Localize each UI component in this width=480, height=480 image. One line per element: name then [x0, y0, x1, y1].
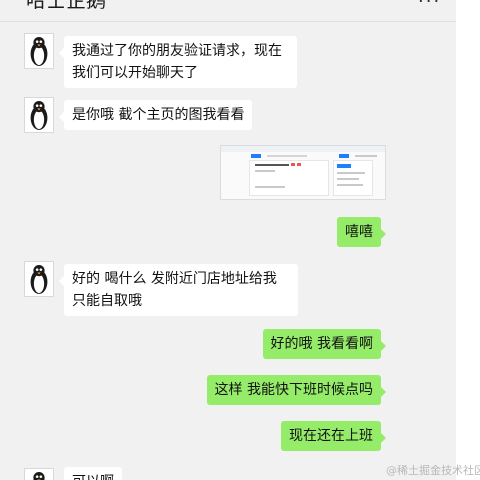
message-bubble[interactable]: 可以啊: [59, 467, 122, 480]
penguin-avatar-icon[interactable]: [24, 261, 54, 297]
message-bubble[interactable]: 嘻嘻: [337, 217, 386, 247]
chat-title: 哈士企鹅: [26, 0, 106, 12]
message-bubble[interactable]: 好的哦 我看看啊: [262, 329, 387, 359]
penguin-avatar-icon[interactable]: [24, 33, 54, 69]
message-bubble[interactable]: 现在还在上班: [281, 421, 386, 451]
message-bubble[interactable]: 好的 喝什么 发附近门店地址给我只能自取哦: [59, 264, 298, 316]
message-bubble[interactable]: 是你哦 截个主页的图我看看: [58, 100, 253, 130]
penguin-avatar-icon[interactable]: [24, 468, 54, 480]
watermark: @稀土掘金技术社区: [386, 464, 480, 477]
chat-header: 哈士企鹅 ···: [0, 0, 456, 22]
message-bubble[interactable]: 我通过了你的朋友验证请求，现在我们可以开始聊天了: [59, 36, 297, 88]
more-dots-icon[interactable]: ···: [418, 0, 441, 12]
chat-panel: 哈士企鹅 ··· 我通过了你的朋友验证请求，现在我们可以开始聊天了 是你哦 截个…: [0, 0, 456, 480]
message-bubble[interactable]: 这样 我能快下班时候点吗: [206, 375, 387, 405]
screenshot-thumbnail[interactable]: [220, 145, 386, 200]
penguin-avatar-icon[interactable]: [24, 97, 54, 133]
